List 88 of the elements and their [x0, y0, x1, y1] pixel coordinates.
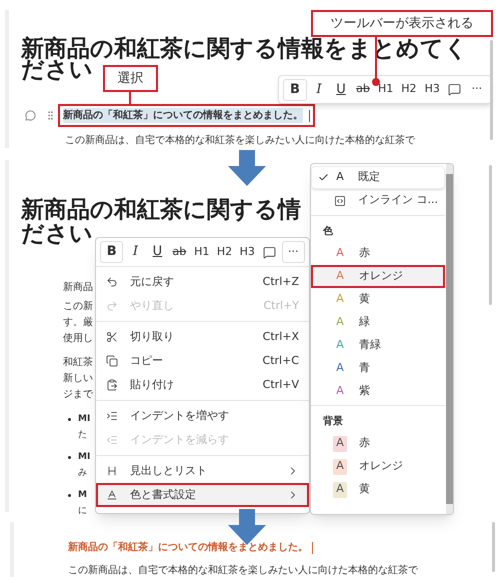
body-text: この新商品は、自宅で本格的な和紅茶を楽しみたい人に向けた本格的な紅茶で: [67, 564, 419, 578]
menu-item[interactable]: 元に戻す Ctrl+Z: [96, 270, 309, 294]
color-swatch-icon: A: [333, 292, 347, 308]
menu-item[interactable]: 貼り付け Ctrl+V: [96, 373, 309, 397]
menu-item[interactable]: 色と書式設定: [96, 483, 309, 507]
menu-item[interactable]: 見出しとリスト: [96, 459, 309, 483]
color-swatch-icon: A: [333, 338, 347, 354]
section-heading: 色: [322, 224, 334, 239]
heading-text: 新商品の「和紅茶」についての情報をまとめました。: [68, 540, 308, 555]
section-heading: 背景: [322, 414, 344, 429]
heading-icon: [106, 465, 118, 477]
indent-icon: [106, 410, 118, 422]
menu-item[interactable]: 切り取り Ctrl+X: [96, 325, 309, 349]
color-option[interactable]: A 黄: [311, 288, 445, 311]
comment-icon: [448, 83, 462, 96]
heading-button[interactable]: H2: [398, 78, 420, 100]
color-option[interactable]: A オレンジ: [311, 455, 445, 478]
more-button[interactable]: ···: [282, 241, 305, 263]
drag-handle-icon[interactable]: [45, 110, 56, 121]
color-swatch-icon: A: [333, 482, 347, 498]
callout-label: 選択: [103, 65, 158, 92]
italic-button[interactable]: I: [125, 241, 146, 263]
scrollbar[interactable]: [490, 40, 493, 140]
page-title: ださい: [21, 60, 93, 81]
callout-label: ツールバーが表示される: [311, 10, 493, 37]
strikethrough-button[interactable]: ab: [169, 241, 190, 263]
color-option[interactable]: A 青緑: [311, 334, 445, 357]
strikethrough-button[interactable]: ab: [353, 78, 373, 100]
italic-button[interactable]: I: [309, 78, 329, 100]
scrollbar[interactable]: [492, 522, 495, 572]
comment-icon: [263, 246, 276, 258]
body-text: 新商品: [63, 280, 93, 295]
list-item-text: M に: [78, 489, 87, 518]
color-swatch-icon: A: [333, 458, 347, 474]
comment-icon[interactable]: [25, 110, 36, 121]
paste-icon: [106, 379, 118, 391]
letter-icon: A: [334, 169, 346, 186]
scrollbar[interactable]: [446, 174, 453, 504]
undo-icon: [106, 276, 118, 288]
redo-icon: [106, 300, 118, 312]
check-icon: [318, 172, 329, 183]
bullet-icon: [68, 494, 71, 497]
menu-item[interactable]: コピー Ctrl+C: [96, 349, 309, 373]
color-option[interactable]: A 緑: [311, 311, 445, 334]
heading-button[interactable]: H3: [236, 241, 258, 263]
color-option[interactable]: A 赤: [311, 432, 445, 455]
body-text: この新 す。厳 使用し: [63, 300, 93, 346]
underline-button[interactable]: U: [147, 241, 168, 263]
underline-button[interactable]: U: [331, 78, 351, 100]
color-swatch-icon: A: [333, 384, 347, 400]
outdent-icon: [106, 434, 118, 446]
bullet-icon: [68, 418, 71, 421]
menu-item[interactable]: A 既定: [311, 166, 445, 189]
body-text: 和紅茶 新しい ジまで: [63, 356, 93, 402]
heading-button[interactable]: H2: [214, 241, 235, 263]
menu-item[interactable]: インライン コ...: [311, 189, 445, 212]
heading-button[interactable]: H1: [375, 78, 396, 100]
color-swatch-icon: A: [333, 314, 347, 330]
color-option[interactable]: A 赤: [311, 242, 445, 265]
bullet-icon: [68, 456, 71, 459]
heading-button[interactable]: H1: [191, 241, 212, 263]
text-format-icon: [106, 489, 118, 501]
selected-text: 新商品の「和紅茶」についての情報をまとめました。: [58, 104, 315, 127]
color-option[interactable]: A 青: [311, 357, 445, 380]
list-item-text: MI た: [78, 413, 90, 442]
color-option[interactable]: A 黄: [311, 478, 445, 501]
color-swatch-icon: A: [333, 268, 347, 284]
heading-button[interactable]: ···: [466, 78, 487, 100]
color-swatch-icon: A: [333, 246, 347, 262]
down-arrow-icon: [228, 150, 266, 186]
color-option[interactable]: A オレンジ: [311, 265, 445, 288]
leader-line: [375, 37, 377, 79]
page-title: ださい: [21, 222, 93, 246]
copy-icon: [106, 355, 118, 367]
bold-button[interactable]: B: [283, 78, 307, 100]
scissors-icon: [106, 331, 118, 343]
color-swatch-icon: A: [333, 436, 347, 452]
menu-item[interactable]: インデントを増やす: [96, 404, 309, 428]
scrollbar[interactable]: [489, 165, 492, 305]
list-item-text: MI み: [78, 451, 90, 480]
color-option[interactable]: A 紫: [311, 380, 445, 403]
color-swatch-icon: A: [333, 360, 347, 376]
bold-button[interactable]: B: [100, 241, 124, 263]
leader-line: [129, 92, 131, 105]
page-title: 新商品の和紅茶に関する情: [21, 198, 301, 222]
heading-button[interactable]: H3: [422, 78, 443, 100]
code-icon: [334, 194, 346, 206]
body-text: この新商品は、自宅で本格的な和紅茶を楽しみたい人に向けた本格的な紅茶で: [65, 134, 416, 148]
